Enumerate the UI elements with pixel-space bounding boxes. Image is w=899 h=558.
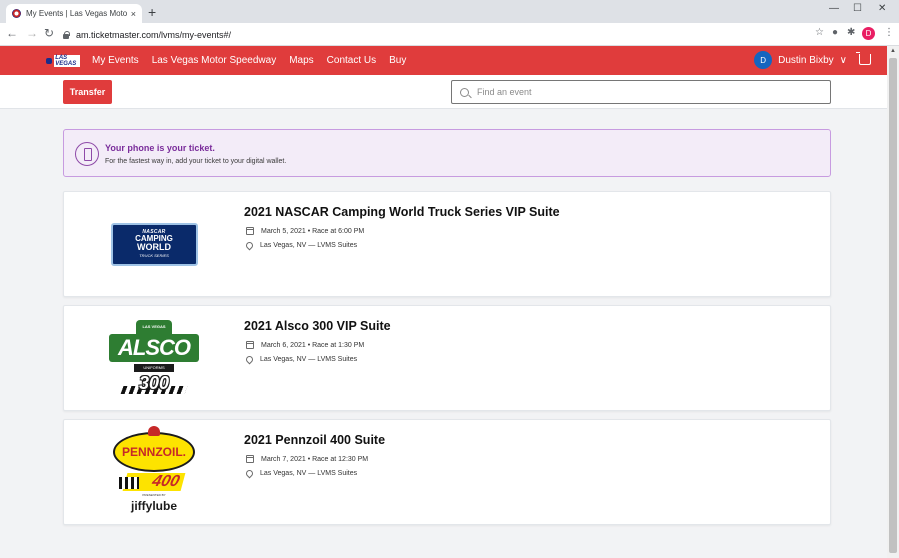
pennzoil-400-logo: PENNZOIL. 400 PRESENTED BY jiffylube [109, 426, 199, 518]
back-icon[interactable]: ← [6, 26, 18, 40]
scrollbar-thumb[interactable] [889, 58, 897, 553]
alsco-300-logo: LAS VEGAS ALSCO UNIFORMS 300 [106, 318, 202, 398]
location-pin-icon [244, 468, 255, 479]
user-menu[interactable]: D Dustin Bixby ∨ [754, 51, 847, 69]
event-logo: PENNZOIL. 400 PRESENTED BY jiffylube [94, 420, 214, 524]
url-text: am.ticketmaster.com/lvms/my-events#/ [76, 29, 232, 40]
nav-maps[interactable]: Maps [289, 55, 313, 66]
site-header: LAS VEGAS My Events Las Vegas Motor Spee… [0, 46, 887, 75]
logo-mark [46, 57, 53, 64]
calendar-icon [246, 341, 254, 349]
nav-lvms[interactable]: Las Vegas Motor Speedway [152, 55, 277, 66]
user-avatar: D [754, 51, 773, 69]
search-icon [460, 87, 469, 97]
nav-contact-us[interactable]: Contact Us [327, 55, 376, 66]
digital-ticket-notice: Your phone is your ticket. For the faste… [63, 129, 831, 177]
reload-icon[interactable]: ↻ [44, 26, 54, 40]
event-logo: NASCAR CAMPING WORLD TRUCK SERIES [94, 192, 214, 296]
location-pin-icon [244, 354, 255, 365]
event-title[interactable]: 2021 NASCAR Camping World Truck Series V… [244, 205, 560, 219]
event-location: Las Vegas, NV — LVMS Suites [244, 468, 357, 479]
notice-title: Your phone is your ticket. [105, 143, 215, 153]
forward-icon[interactable]: → [26, 26, 38, 40]
location-pin-icon [244, 240, 255, 251]
scroll-up-icon[interactable]: ▲ [890, 48, 896, 54]
event-date: March 7, 2021 • Race at 12:30 PM [246, 455, 368, 463]
event-location: Las Vegas, NV — LVMS Suites [244, 240, 357, 251]
calendar-icon [246, 227, 254, 235]
logo-text: LAS VEGAS [54, 54, 80, 67]
notice-message: For the fastest way in, add your ticket … [105, 158, 287, 165]
search-input[interactable] [477, 87, 830, 97]
tab-title: My Events | Las Vegas Motor Spe [26, 9, 127, 18]
event-logo: LAS VEGAS ALSCO UNIFORMS 300 [94, 306, 214, 410]
close-window-button[interactable]: ✕ [878, 3, 886, 14]
address-bar: ← → ↻ am.ticketmaster.com/lvms/my-events… [0, 23, 899, 46]
new-tab-button[interactable]: + [148, 5, 156, 19]
nav-buy[interactable]: Buy [389, 55, 406, 66]
event-card[interactable]: PENNZOIL. 400 PRESENTED BY jiffylube 202… [63, 419, 831, 525]
bookmark-star-icon[interactable]: ☆ [815, 27, 824, 38]
browser-tab-bar: My Events | Las Vegas Motor Spe × + — ☐ … [0, 0, 899, 23]
toolbar: Transfer [0, 75, 887, 109]
main-nav: My Events Las Vegas Motor Speedway Maps … [92, 55, 406, 66]
calendar-icon [246, 455, 254, 463]
transfer-button[interactable]: Transfer [63, 80, 112, 104]
cart-icon[interactable] [856, 52, 871, 65]
event-location: Las Vegas, NV — LVMS Suites [244, 354, 357, 365]
maximize-button[interactable]: ☐ [853, 3, 862, 14]
search-box[interactable] [451, 80, 831, 104]
nascar-truck-series-logo: NASCAR CAMPING WORLD TRUCK SERIES [110, 222, 198, 266]
favicon-icon [12, 9, 21, 18]
url-field[interactable]: am.ticketmaster.com/lvms/my-events#/ [62, 26, 862, 43]
lock-icon [62, 30, 70, 39]
browser-tab[interactable]: My Events | Las Vegas Motor Spe × [6, 4, 142, 23]
event-title[interactable]: 2021 Pennzoil 400 Suite [244, 433, 385, 447]
event-date: March 6, 2021 • Race at 1:30 PM [246, 341, 364, 349]
user-name: Dustin Bixby [778, 54, 834, 66]
event-card[interactable]: LAS VEGAS ALSCO UNIFORMS 300 2021 Alsco … [63, 305, 831, 411]
lvms-logo[interactable]: LAS VEGAS [46, 54, 80, 67]
nav-my-events[interactable]: My Events [92, 55, 139, 66]
event-card[interactable]: NASCAR CAMPING WORLD TRUCK SERIES 2021 N… [63, 191, 831, 297]
event-title[interactable]: 2021 Alsco 300 VIP Suite [244, 319, 391, 333]
page-scrollbar[interactable]: ▲ [887, 46, 899, 558]
menu-dots-icon[interactable]: ⋮ [884, 27, 894, 38]
event-date: March 5, 2021 • Race at 6:00 PM [246, 227, 364, 235]
puzzle-icon[interactable]: ✱ [847, 27, 855, 38]
chevron-down-icon: ∨ [839, 54, 847, 66]
browser-profile-avatar[interactable]: D [862, 27, 875, 40]
tab-close-icon[interactable]: × [131, 9, 136, 19]
phone-icon [75, 142, 99, 166]
minimize-button[interactable]: — [829, 3, 839, 14]
extension-icon[interactable]: ● [832, 27, 838, 38]
